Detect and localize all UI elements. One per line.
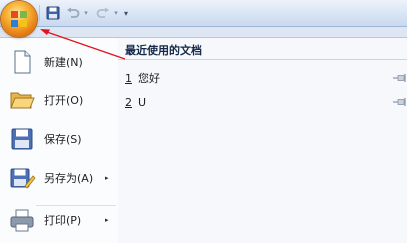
customize-toolbar-icon[interactable]: ▾ <box>121 4 131 22</box>
new-document-icon <box>14 50 31 74</box>
menu-item-save[interactable]: 保存(S) <box>0 120 118 158</box>
recent-document-number: 1 <box>125 71 132 85</box>
undo-dropdown-icon[interactable]: ▾ <box>82 4 90 22</box>
redo-dropdown-icon[interactable]: ▾ <box>112 4 120 22</box>
menu-item-print-label: 打印(P) <box>44 214 82 227</box>
office-button[interactable] <box>1 1 37 37</box>
recent-documents-title: 最近使用的文档 <box>125 44 202 57</box>
undo-icon[interactable] <box>64 4 82 22</box>
office-menu: 新建(N) 打开(O) 保存(S) 另存为(A) ▸ 打印(P) ▸ 最近使用的… <box>0 37 407 243</box>
recent-document-name: 您好 <box>138 72 160 85</box>
menu-commands: 新建(N) 打开(O) 保存(S) 另存为(A) ▸ 打印(P) ▸ <box>0 38 119 243</box>
recent-document-number: 2 <box>125 95 132 109</box>
menu-item-print[interactable]: 打印(P) ▸ <box>0 201 118 239</box>
menu-item-save-as[interactable]: 另存为(A) ▸ <box>0 159 118 197</box>
recent-documents-divider <box>118 59 407 60</box>
submenu-arrow-icon: ▸ <box>105 174 109 182</box>
toolbar-separator <box>39 5 40 21</box>
submenu-arrow-icon: ▸ <box>105 216 109 224</box>
menu-item-save-as-label: 另存为(A) <box>44 172 94 185</box>
recent-document-item[interactable]: 1 您好 <box>118 69 407 87</box>
recent-document-item[interactable]: 2 U <box>118 93 407 111</box>
menu-item-open-label: 打开(O) <box>44 94 84 107</box>
menu-item-new[interactable]: 新建(N) <box>0 43 118 81</box>
save-icon[interactable] <box>45 4 61 22</box>
print-icon <box>10 209 34 232</box>
save-icon <box>11 128 33 150</box>
menu-item-open[interactable]: 打开(O) <box>0 81 118 119</box>
pin-icon[interactable] <box>393 73 407 83</box>
save-as-icon <box>10 168 36 189</box>
recent-document-name: U <box>138 95 147 109</box>
pin-icon[interactable] <box>393 97 407 107</box>
quick-access-toolbar: ▾ ▾ ▾ <box>0 0 407 27</box>
recent-documents-panel: 最近使用的文档 1 您好 2 U <box>118 38 407 243</box>
menu-item-save-label: 保存(S) <box>44 133 82 146</box>
menu-item-new-label: 新建(N) <box>44 56 83 69</box>
redo-icon[interactable] <box>94 4 112 22</box>
office-logo-icon <box>11 11 27 27</box>
open-folder-icon <box>10 92 35 109</box>
